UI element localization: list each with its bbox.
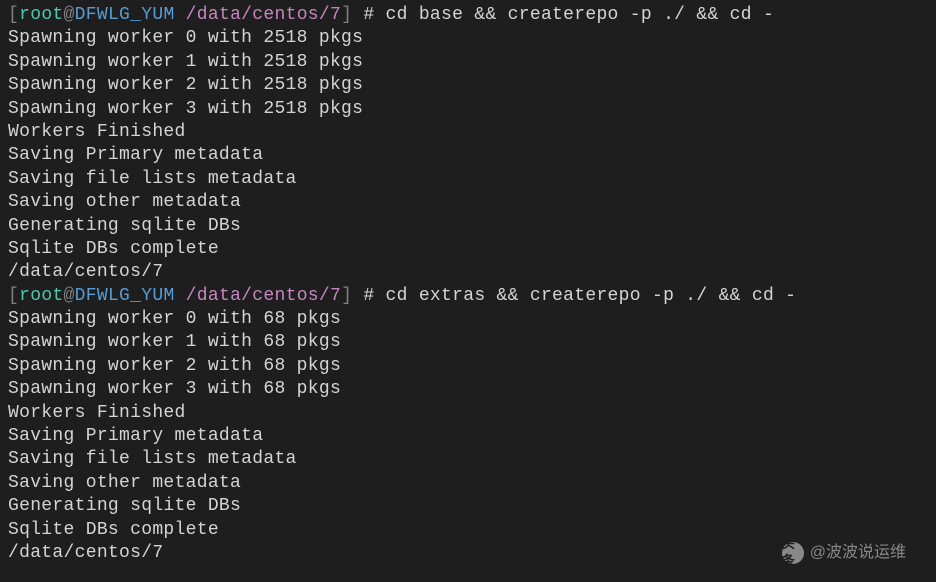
prompt-path: /data/centos/7 [186, 5, 341, 25]
output-line: Spawning worker 1 with 2518 pkgs [8, 51, 928, 74]
output-line: Spawning worker 2 with 2518 pkgs [8, 74, 928, 97]
output-line: Saving other metadata [8, 472, 928, 495]
command-text: # cd extras && createrepo -p ./ && cd - [352, 286, 796, 306]
terminal-output[interactable]: [root@DFWLG_YUM /data/centos/7] # cd bas… [8, 4, 928, 565]
watermark: 头条 @波波说运维 [782, 542, 906, 564]
prompt-at: @ [64, 286, 75, 306]
output-line: Workers Finished [8, 402, 928, 425]
output-line: Generating sqlite DBs [8, 495, 928, 518]
output-line: Saving Primary metadata [8, 144, 928, 167]
output-line: Spawning worker 1 with 68 pkgs [8, 331, 928, 354]
output-line: Spawning worker 2 with 68 pkgs [8, 355, 928, 378]
bracket-open: [ [8, 286, 19, 306]
output-line: Spawning worker 3 with 68 pkgs [8, 378, 928, 401]
prompt-space [175, 5, 186, 25]
output-line: Sqlite DBs complete [8, 238, 928, 261]
command-text: # cd base && createrepo -p ./ && cd - [352, 5, 774, 25]
toutiao-icon: 头条 [782, 542, 804, 564]
prompt-line: [root@DFWLG_YUM /data/centos/7] # cd ext… [8, 285, 928, 308]
prompt-user: root [19, 5, 63, 25]
output-line: Workers Finished [8, 121, 928, 144]
bracket-close: ] [341, 286, 352, 306]
output-line: Saving file lists metadata [8, 448, 928, 471]
prompt-space [175, 286, 186, 306]
prompt-path: /data/centos/7 [186, 286, 341, 306]
output-line: /data/centos/7 [8, 261, 928, 284]
prompt-host: DFWLG_YUM [75, 286, 175, 306]
output-line: Saving file lists metadata [8, 168, 928, 191]
bracket-close: ] [341, 5, 352, 25]
bracket-open: [ [8, 5, 19, 25]
output-line: Spawning worker 3 with 2518 pkgs [8, 98, 928, 121]
output-line: Saving other metadata [8, 191, 928, 214]
prompt-user: root [19, 286, 63, 306]
prompt-line: [root@DFWLG_YUM /data/centos/7] # cd bas… [8, 4, 928, 27]
prompt-host: DFWLG_YUM [75, 5, 175, 25]
prompt-at: @ [64, 5, 75, 25]
output-line: Spawning worker 0 with 2518 pkgs [8, 27, 928, 50]
output-line: Generating sqlite DBs [8, 215, 928, 238]
output-line: Spawning worker 0 with 68 pkgs [8, 308, 928, 331]
watermark-text: @波波说运维 [810, 543, 906, 564]
output-line: Saving Primary metadata [8, 425, 928, 448]
